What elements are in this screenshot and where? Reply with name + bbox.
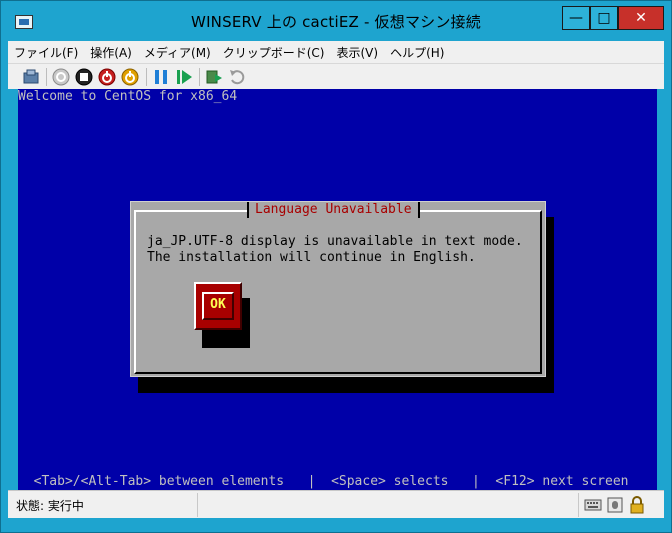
lock-icon: [630, 496, 644, 514]
menu-media[interactable]: メディア(M): [144, 44, 211, 61]
welcome-text: Welcome to CentOS for x86_64: [18, 89, 238, 104]
dialog-title: Language Unavailable: [247, 202, 420, 218]
status-divider: [197, 493, 198, 517]
ok-button[interactable]: OK: [194, 282, 242, 330]
toolbar-separator: [199, 68, 200, 86]
dialog-message: ja_JP.UTF-8 display is unavailable in te…: [147, 234, 523, 266]
keyboard-icon: [584, 499, 602, 511]
title-bar[interactable]: WINSERV 上の cactiEZ - 仮想マシン接続 — □ ✕: [1, 1, 671, 41]
minimize-button[interactable]: —: [562, 6, 590, 30]
close-button[interactable]: ✕: [618, 6, 664, 30]
mouse-icon: [607, 497, 623, 513]
resume-icon[interactable]: [175, 68, 193, 86]
maximize-button[interactable]: □: [590, 6, 618, 30]
dialog-message-line-1: ja_JP.UTF-8 display is unavailable in te…: [147, 234, 523, 249]
ok-button-label: OK: [202, 292, 234, 320]
toolbar-separator: [146, 68, 147, 86]
menu-help[interactable]: ヘルプ(H): [390, 44, 444, 61]
save-icon[interactable]: [121, 68, 139, 86]
start-icon[interactable]: [52, 68, 70, 86]
minimize-icon: —: [569, 10, 583, 26]
pause-icon[interactable]: [152, 68, 170, 86]
checkpoint-icon[interactable]: [205, 68, 223, 86]
menu-bar: ファイル(F) 操作(A) メディア(M) クリップボード(C) 表示(V) ヘ…: [8, 41, 664, 63]
menu-view[interactable]: 表示(V): [337, 44, 379, 61]
vm-console-screen[interactable]: Welcome to CentOS for x86_64 Language Un…: [18, 89, 657, 490]
status-text: 状態: 実行中: [16, 499, 84, 513]
status-bar: 状態: 実行中: [8, 490, 664, 518]
shutdown-icon[interactable]: [98, 68, 116, 86]
toolbar: [8, 63, 664, 89]
vm-connection-window: WINSERV 上の cactiEZ - 仮想マシン接続 — □ ✕ ファイル(…: [0, 0, 672, 533]
close-icon: ✕: [635, 10, 647, 26]
language-unavailable-dialog: Language Unavailable ja_JP.UTF-8 display…: [130, 201, 546, 377]
menu-clipboard[interactable]: クリップボード(C): [223, 44, 325, 61]
dialog-message-line-2: The installation will continue in Englis…: [147, 250, 476, 265]
help-line: <Tab>/<Alt-Tab> between elements | <Spac…: [18, 474, 629, 489]
turn-off-icon[interactable]: [75, 68, 93, 86]
toolbar-separator: [46, 68, 47, 86]
revert-icon[interactable]: [228, 68, 246, 86]
status-divider: [578, 493, 579, 517]
menu-action[interactable]: 操作(A): [90, 44, 132, 61]
ctrl-alt-del-icon[interactable]: [22, 68, 40, 86]
maximize-icon: □: [597, 10, 611, 26]
menu-file[interactable]: ファイル(F): [14, 44, 78, 61]
